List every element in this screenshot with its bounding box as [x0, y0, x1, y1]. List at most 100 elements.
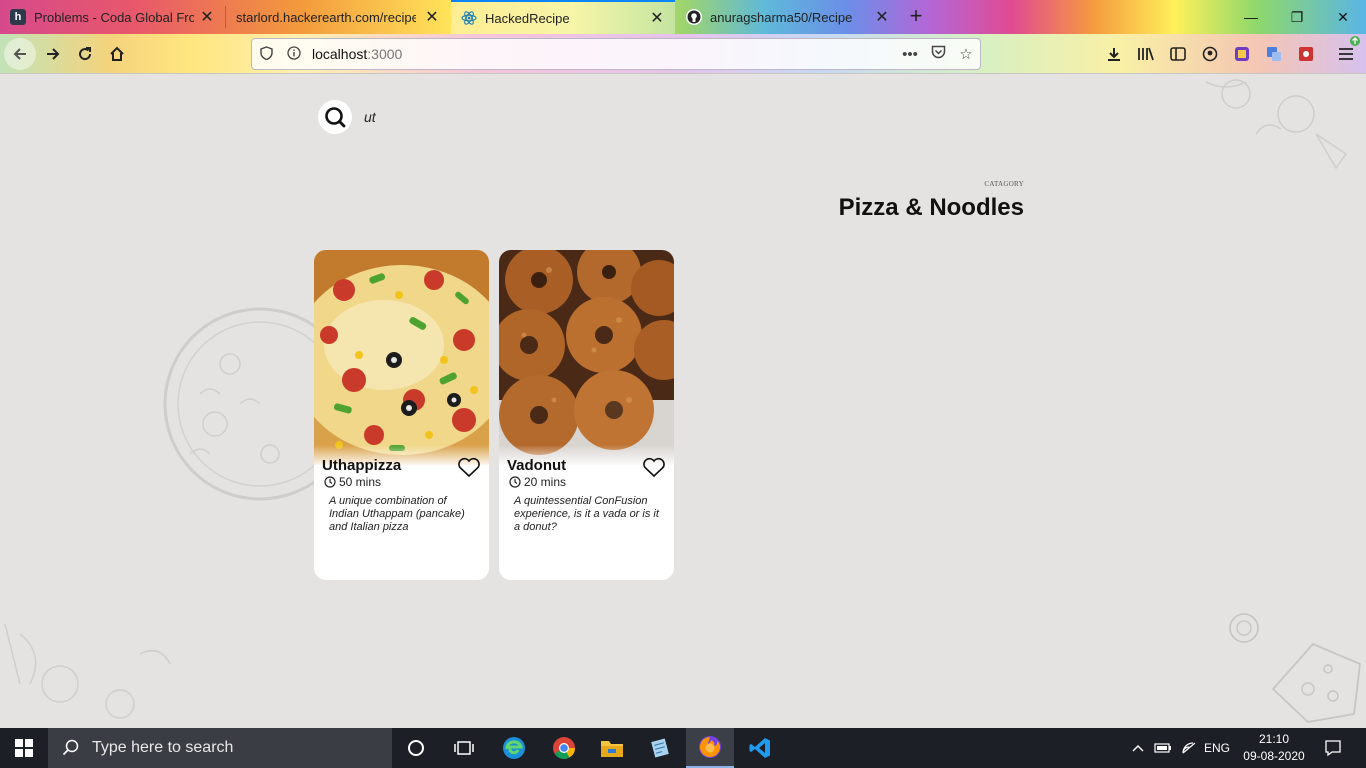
home-button[interactable]	[101, 38, 133, 70]
downloads-icon[interactable]	[1102, 42, 1126, 66]
notification-icon	[1325, 740, 1341, 757]
windows-icon	[15, 739, 33, 757]
restore-button[interactable]: ❐	[1274, 0, 1320, 34]
heart-icon[interactable]	[457, 456, 481, 478]
vscode-icon	[749, 738, 770, 758]
notification-center-button[interactable]	[1316, 728, 1350, 768]
back-button[interactable]	[4, 38, 36, 70]
close-window-button[interactable]: ✕	[1320, 0, 1366, 34]
recipe-card[interactable]: Uthappizza 50 mins A unique combination …	[314, 250, 489, 580]
url-port: :3000	[367, 46, 403, 62]
forward-button[interactable]	[37, 38, 69, 70]
recipe-name[interactable]: Uthappizza	[322, 457, 401, 474]
cortana-button[interactable]	[392, 728, 440, 768]
heart-icon[interactable]	[642, 456, 666, 478]
pocket-icon[interactable]	[924, 45, 952, 63]
chevron-up-icon	[1132, 744, 1144, 752]
recipe-time-value: 20 mins	[524, 475, 567, 489]
translate-icon[interactable]	[1262, 42, 1286, 66]
tab-starlord[interactable]: starlord.hackerearth.com/recipe ✕	[226, 0, 450, 34]
edge-button[interactable]	[490, 728, 538, 768]
search-input[interactable]: ut	[364, 109, 376, 125]
library-icon[interactable]	[1134, 42, 1158, 66]
clock-time: 21:10	[1258, 732, 1290, 746]
recipe-time: 50 mins	[324, 475, 381, 489]
file-explorer-button[interactable]	[588, 728, 636, 768]
tomato-sketch-icon	[1229, 613, 1259, 643]
recipe-page: ut CATAGORY Pizza & Noodles Uthappizza 5…	[0, 74, 1366, 728]
start-button[interactable]	[0, 728, 48, 768]
screenshot-extension-icon[interactable]	[1294, 42, 1318, 66]
show-hidden-icons-button[interactable]	[1128, 728, 1148, 768]
folder-icon	[601, 741, 623, 757]
search-button[interactable]	[318, 100, 352, 134]
clock-icon	[324, 476, 336, 488]
hackerearth-icon: h	[10, 9, 26, 25]
battery-icon	[1154, 743, 1171, 753]
menu-icon[interactable]	[1334, 36, 1360, 66]
chrome-button[interactable]	[540, 728, 588, 768]
pizza-sketch-icon	[163, 307, 330, 501]
close-icon[interactable]: ✕	[874, 7, 890, 27]
tab-title: starlord.hackerearth.com/recipe	[236, 9, 416, 25]
close-icon[interactable]: ✕	[424, 7, 440, 27]
bookmark-star-icon[interactable]: ☆	[952, 45, 980, 63]
firefox-button[interactable]	[686, 728, 734, 768]
system-clock[interactable]: 21:10 09-08-2020	[1236, 731, 1312, 765]
clock-date: 09-08-2020	[1243, 749, 1305, 763]
search-icon	[62, 739, 79, 756]
recipe-time-value: 50 mins	[339, 475, 382, 489]
category-label: CATAGORY	[984, 180, 1024, 188]
home-icon	[110, 46, 124, 61]
reload-button[interactable]	[69, 38, 101, 70]
info-icon[interactable]	[280, 45, 308, 63]
taskbar-search[interactable]: Type here to search	[48, 728, 392, 768]
pizza-photo	[314, 250, 489, 465]
vegetables-sketch-icon	[1205, 79, 1348, 170]
react-icon	[461, 10, 477, 26]
search-bar[interactable]: ut	[318, 100, 376, 134]
new-tab-button[interactable]: +	[903, 4, 929, 30]
vscode-button[interactable]	[736, 728, 784, 768]
input-language-indicator[interactable]: ENG	[1200, 728, 1234, 768]
cortana-icon	[408, 740, 424, 756]
tab-problems[interactable]: h Problems - Coda Global Front ✕	[0, 0, 225, 34]
cheese-sketch-icon	[1271, 642, 1361, 723]
close-icon[interactable]: ✕	[199, 7, 215, 27]
chrome-icon	[553, 737, 575, 759]
battery-button[interactable]	[1152, 728, 1174, 768]
browser-toolbar: localhost:3000 ••• ☆	[0, 34, 1366, 74]
notepad-icon	[651, 738, 669, 758]
search-icon	[325, 107, 346, 128]
recipe-time: 20 mins	[509, 475, 566, 489]
herbs-sketch-icon	[4, 623, 171, 719]
reload-icon	[79, 47, 92, 61]
tab-title: HackedRecipe	[485, 10, 570, 26]
recipe-name[interactable]: Vadonut	[507, 457, 566, 474]
edge-icon	[503, 737, 525, 759]
update-badge-icon	[1350, 36, 1360, 46]
tab-github[interactable]: anuragsharma50/Recipe ✕	[676, 0, 900, 34]
tab-hackedrecipe[interactable]: HackedRecipe ✕	[451, 0, 675, 34]
url-bar[interactable]: localhost:3000 ••• ☆	[251, 38, 981, 70]
browser-tab-bar: h Problems - Coda Global Front ✕ starlor…	[0, 0, 1366, 34]
url-host: localhost	[312, 46, 368, 62]
extension-icon[interactable]	[1230, 42, 1254, 66]
notepad-button[interactable]	[636, 728, 684, 768]
back-arrow-icon	[13, 48, 26, 60]
github-icon	[686, 9, 702, 25]
donut-photo	[499, 250, 674, 465]
taskbar-search-placeholder[interactable]: Type here to search	[92, 739, 233, 757]
shield-icon[interactable]	[252, 45, 280, 63]
account-icon[interactable]	[1198, 42, 1222, 66]
network-button[interactable]	[1178, 728, 1200, 768]
task-view-button[interactable]	[440, 728, 488, 768]
close-icon[interactable]: ✕	[649, 8, 665, 28]
minimize-button[interactable]: —	[1228, 0, 1274, 34]
more-actions-icon[interactable]: •••	[896, 46, 924, 63]
task-view-icon	[454, 741, 474, 755]
recipe-description: A quintessential ConFusion experience, i…	[514, 495, 659, 533]
recipe-card[interactable]: Vadonut 20 mins A quintessential ConFusi…	[499, 250, 674, 580]
forward-arrow-icon	[47, 48, 60, 60]
sidebar-icon[interactable]	[1166, 42, 1190, 66]
